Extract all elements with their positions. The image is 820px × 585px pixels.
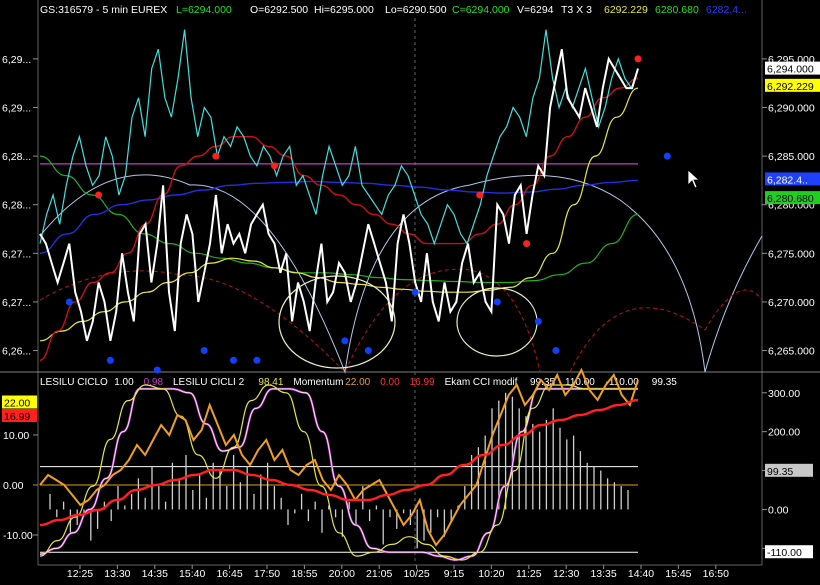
sub-left-tick-label: 10.00: [3, 430, 29, 442]
signal-dot-red: [212, 152, 220, 160]
volume-label: V=6294: [517, 4, 554, 16]
indicator-legend-item: 110.00: [565, 377, 595, 388]
signal-dot-red: [523, 240, 531, 248]
signal-dot-blue: [341, 337, 349, 345]
chart-canvas[interactable]: GS:316579 - 5 min EUREX L=6294.000 O=629…: [0, 0, 820, 580]
indicator-legend-item: Ekam CCI modif: [445, 377, 518, 388]
left-axis-tick-label: 6,26...: [2, 346, 31, 358]
signal-dot-blue: [153, 366, 161, 374]
signal-dot-blue: [106, 356, 114, 364]
signal-dot-red: [634, 55, 642, 63]
time-axis-label: 15:45: [665, 568, 691, 580]
low-price-label: Lo=6290.500: [385, 4, 447, 16]
indicator-legend-item: LESILU CICLO: [40, 377, 108, 388]
indicator-legend-item: Momentum: [293, 377, 343, 388]
sub-left-tick-label: 0.00: [3, 480, 24, 492]
time-axis-label: 13:35: [590, 568, 616, 580]
time-axis-label: 10/25: [403, 568, 429, 580]
right-axis-tick-label: 6,270.000: [768, 297, 815, 309]
time-axis-label: 12:30: [553, 568, 579, 580]
price-flag-label: 6,294.000: [767, 64, 814, 76]
sub-right-tick-label: 0.00: [768, 504, 789, 516]
signal-dot-red: [271, 162, 279, 170]
signal-dot-blue: [65, 298, 73, 306]
right-axis-tick-label: 6,265.000: [768, 346, 815, 358]
sub-value-flag-label: 99.35: [767, 466, 793, 478]
sub-left-flag-label: 16.99: [4, 411, 30, 423]
time-axis-label: 16:45: [216, 568, 242, 580]
price-flag-label: 6,282.4..: [767, 174, 808, 186]
mouse-cursor-icon: [687, 169, 701, 189]
sub-right-tick-label: 300.00: [768, 388, 800, 400]
symbol-label: GS:316579 - 5 min EUREX: [40, 4, 167, 16]
signal-dot-blue: [253, 356, 261, 364]
sub-value-flag-label: -110.00: [767, 547, 802, 559]
time-axis-label: 12:25: [67, 568, 93, 580]
right-axis-tick-label: 6,285.000: [768, 151, 815, 163]
indicator-value-1: 6292.229: [604, 4, 648, 16]
left-axis-tick-label: 6,28...: [2, 151, 31, 163]
sub-left-tick-label: -10.00: [3, 530, 33, 542]
left-axis-tick-label: 6,28...: [2, 200, 31, 212]
time-axis-label: 16:50: [703, 568, 729, 580]
close-price-label: C=6294.000: [452, 4, 510, 16]
left-axis-tick-label: 6,29...: [2, 54, 31, 66]
signal-dot-red: [476, 191, 484, 199]
indicator-value-3: 6282.4...: [706, 4, 747, 16]
indicator-legend-item: LESILU CICLI 2: [173, 377, 245, 388]
time-axis-label: 10:20: [478, 568, 504, 580]
time-axis-label: 15:40: [179, 568, 205, 580]
signal-dot-blue: [552, 347, 560, 355]
tick-label: T3 X 3: [561, 4, 592, 16]
indicator-legend-item: 16.99: [410, 377, 435, 388]
indicator-value-2: 6280.680: [655, 4, 699, 16]
last-price-label: L=6294.000: [176, 4, 232, 16]
time-axis-label: 9:15: [444, 568, 465, 580]
time-axis-label: 11:25: [516, 568, 542, 580]
signal-dot-blue: [229, 356, 237, 364]
price-flag-label: 6,292.229: [767, 81, 814, 93]
left-axis-tick-label: 6,27...: [2, 297, 31, 309]
high-price-label: Hi=6295.000: [314, 4, 374, 16]
sub-right-tick-label: 200.00: [768, 427, 800, 439]
time-axis-label: 14:35: [142, 568, 168, 580]
time-axis-label: 21:05: [366, 568, 392, 580]
time-axis-label: 14:40: [628, 568, 654, 580]
signal-dot-blue: [411, 288, 419, 296]
indicator-legend-item: 22.00: [345, 377, 370, 388]
time-axis-label: 20:00: [329, 568, 355, 580]
left-axis-tick-label: 6,29...: [2, 103, 31, 115]
trading-chart[interactable]: GS:316579 - 5 min EUREX L=6294.000 O=629…: [0, 0, 820, 580]
indicator-legend-item: 99.35: [652, 377, 677, 388]
sub-left-flag-label: 22.00: [4, 398, 30, 410]
signal-dot-red: [95, 191, 103, 199]
price-flag-label: 6,280.680: [767, 193, 814, 205]
right-axis-tick-label: 6,290.000: [768, 103, 815, 115]
open-price-label: O=6292.500: [250, 4, 308, 16]
left-axis-tick-label: 6,27...: [2, 248, 31, 260]
signal-dot-blue: [534, 317, 542, 325]
right-axis-tick-label: 6,275.000: [768, 248, 815, 260]
time-axis-label: 13:30: [104, 568, 130, 580]
indicator-legend-item: 98.41: [258, 377, 283, 388]
indicator-legend-item: 1.00: [114, 377, 134, 388]
signal-dot-blue: [364, 347, 372, 355]
signal-dot-blue: [663, 152, 671, 160]
signal-dot-blue: [493, 298, 501, 306]
time-axis-label: 18:55: [291, 568, 317, 580]
signal-dot-blue: [200, 347, 208, 355]
time-axis-label: 17:50: [254, 568, 280, 580]
indicator-legend-item: 0.00: [380, 377, 400, 388]
